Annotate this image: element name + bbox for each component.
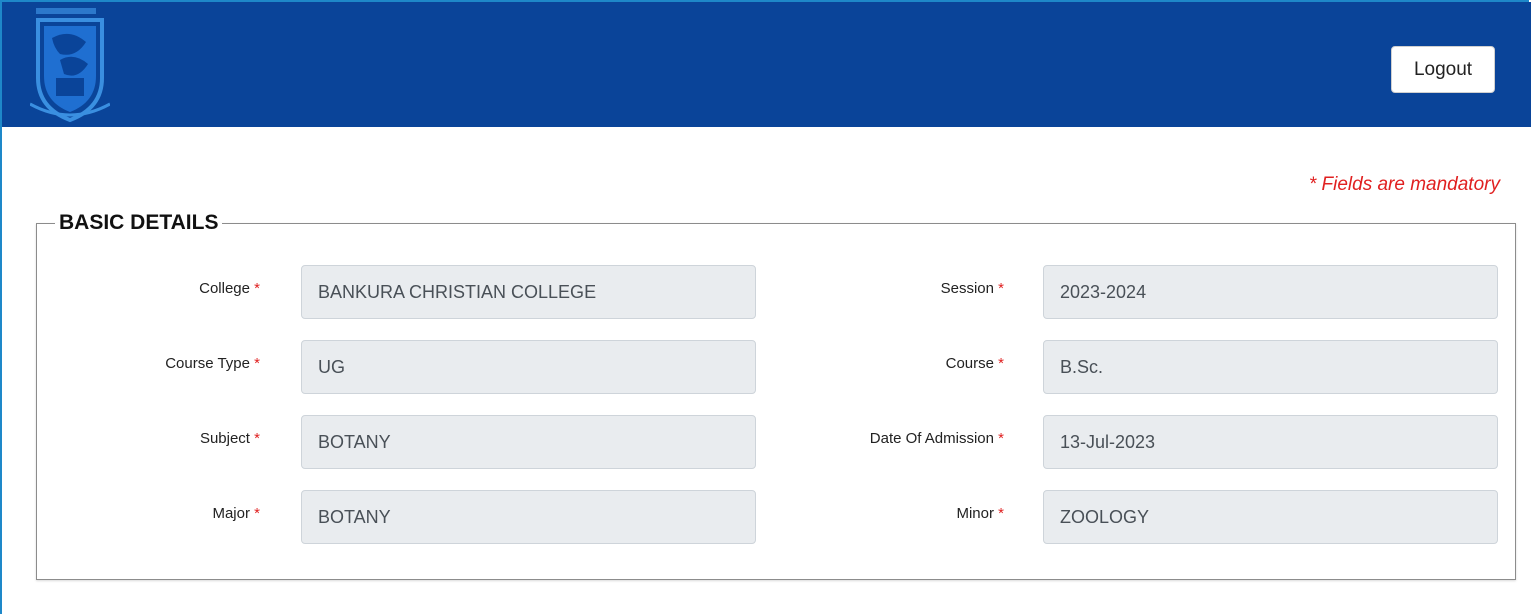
major-field[interactable]: BOTANY [301, 490, 756, 544]
date-of-admission-label: Date Of Admission * [780, 429, 1004, 449]
course-type-label-text: Course Type [165, 355, 250, 372]
session-label: Session * [800, 279, 1004, 299]
required-marker: * [254, 430, 260, 447]
header-bar: Logout [2, 2, 1531, 127]
course-label: Course * [800, 354, 1004, 374]
required-marker: * [998, 355, 1004, 372]
subject-label: Subject * [100, 429, 260, 449]
mandatory-note: * Fields are mandatory [1308, 174, 1500, 195]
section-title: BASIC DETAILS [59, 211, 219, 234]
course-label-text: Course [945, 355, 994, 372]
required-marker: * [254, 355, 260, 372]
university-logo-icon [30, 8, 110, 123]
logout-button[interactable]: Logout [1391, 46, 1495, 93]
required-marker: * [998, 430, 1004, 447]
session-field[interactable]: 2023-2024 [1043, 265, 1498, 319]
major-label: Major * [100, 504, 260, 524]
minor-label: Minor * [800, 504, 1004, 524]
minor-field[interactable]: ZOOLOGY [1043, 490, 1498, 544]
college-label-text: College [199, 280, 250, 297]
college-field[interactable]: BANKURA CHRISTIAN COLLEGE [301, 265, 756, 319]
college-label: College * [100, 279, 260, 299]
session-label-text: Session [940, 280, 994, 297]
major-label-text: Major [212, 505, 250, 522]
required-marker: * [254, 505, 260, 522]
course-type-field[interactable]: UG [301, 340, 756, 394]
date-of-admission-label-text: Date Of Admission [869, 430, 994, 447]
course-field[interactable]: B.Sc. [1043, 340, 1498, 394]
subject-field[interactable]: BOTANY [301, 415, 756, 469]
required-marker: * [998, 280, 1004, 297]
subject-label-text: Subject [199, 430, 250, 447]
required-marker: * [254, 280, 260, 297]
minor-label-text: Minor [956, 505, 994, 522]
required-marker: * [998, 505, 1004, 522]
date-of-admission-field[interactable]: 13-Jul-2023 [1043, 415, 1498, 469]
course-type-label: Course Type * [100, 354, 260, 374]
